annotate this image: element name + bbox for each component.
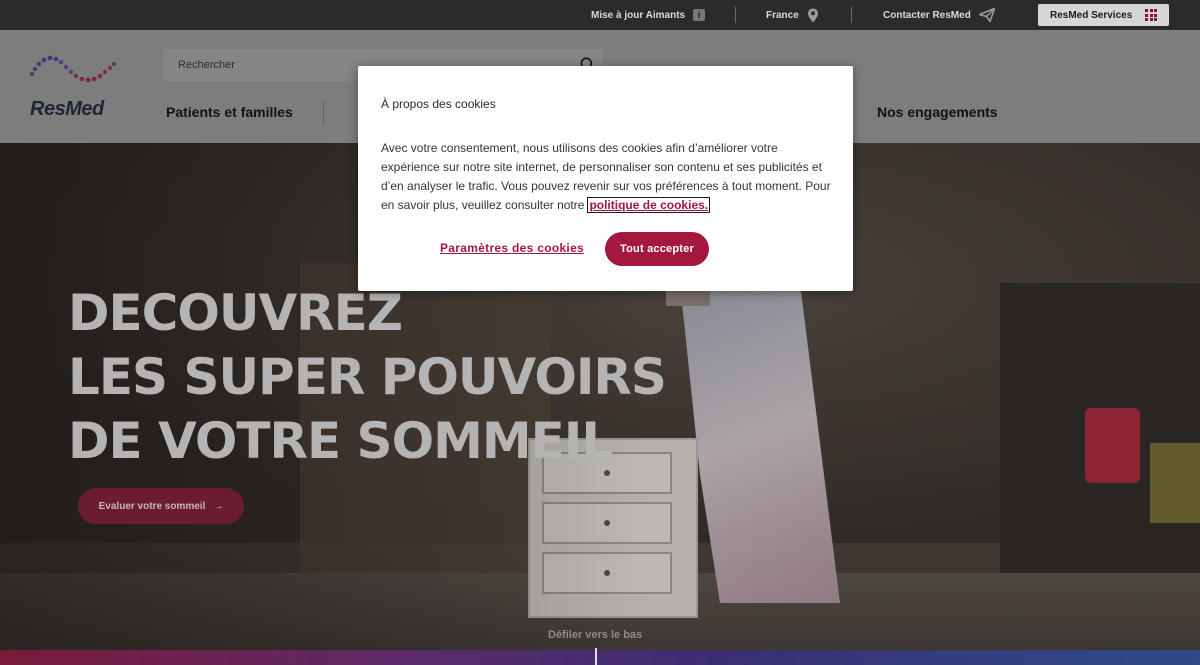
cookie-settings-link[interactable]: Paramètres des cookies — [440, 241, 584, 255]
cookie-dialog-text: Avec votre consentement, nous utilisons … — [381, 139, 836, 215]
magnets-update-label: Mise à jour Aimants — [591, 9, 686, 21]
scroll-down-link[interactable]: Défiler vers le bas — [548, 629, 642, 641]
country-selector[interactable]: France — [766, 0, 819, 30]
country-label: France — [766, 9, 799, 21]
logo-wordmark: ResMed — [30, 98, 104, 120]
cookie-policy-link[interactable]: politique de cookies. — [587, 197, 711, 213]
hero-title: DECOUVREZ LES SUPER POUVOIRS DE VOTRE SO… — [68, 281, 667, 473]
hero-title-line: DE VOTRE SOMMEIL — [68, 412, 613, 470]
hero-image-box — [1150, 443, 1200, 523]
utility-bar: Mise à jour Aimants i France Contacter R… — [0, 0, 1200, 30]
resmed-services-button[interactable]: ResMed Services — [1038, 4, 1169, 26]
cookie-dialog-title: À propos des cookies — [381, 97, 496, 111]
info-icon: i — [693, 9, 706, 21]
nav-patients-families[interactable]: Patients et familles — [166, 104, 293, 120]
scroll-marker — [595, 648, 597, 665]
resmed-services-label: ResMed Services — [1050, 9, 1133, 21]
cookie-consent-dialog: À propos des cookies Avec votre consente… — [358, 66, 853, 291]
evaluate-sleep-button[interactable]: Evaluer votre sommeil → — [78, 488, 244, 524]
nav-divider — [323, 102, 324, 124]
accept-all-button[interactable]: Tout accepter — [605, 232, 709, 266]
nav-engagements[interactable]: Nos engagements — [877, 104, 998, 120]
location-pin-icon — [807, 8, 818, 22]
grid-icon — [1145, 9, 1157, 21]
evaluate-sleep-label: Evaluer votre sommeil — [98, 500, 206, 512]
contact-link[interactable]: Contacter ResMed — [883, 0, 995, 30]
hero-image-bag — [1085, 408, 1140, 483]
magnets-update-link[interactable]: Mise à jour Aimants i — [591, 0, 706, 30]
divider — [851, 7, 852, 23]
paper-plane-icon — [978, 8, 995, 22]
contact-label: Contacter ResMed — [883, 9, 971, 21]
arrow-right-icon: → — [213, 500, 224, 512]
divider — [735, 7, 736, 23]
bottom-gradient-bar — [0, 650, 1200, 665]
hero-title-line: LES SUPER POUVOIRS — [68, 348, 667, 406]
